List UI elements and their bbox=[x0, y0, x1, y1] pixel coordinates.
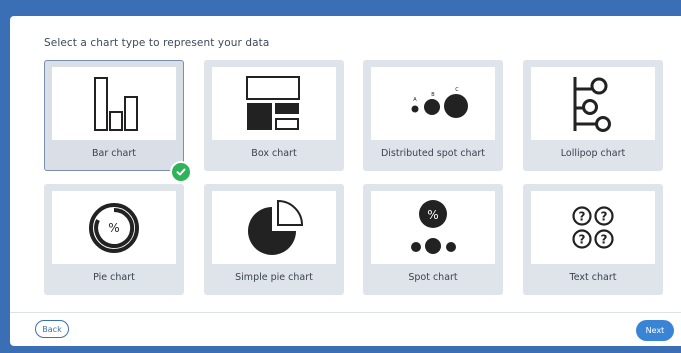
chart-thumbnail bbox=[212, 67, 336, 140]
chart-option-lollipop[interactable]: Lollipop chart bbox=[523, 60, 663, 171]
pie-chart-icon: % bbox=[89, 203, 139, 253]
chart-option-label: Bar chart bbox=[92, 147, 136, 159]
distributed-spot-chart-icon: A B C bbox=[411, 87, 468, 118]
percent-symbol: % bbox=[427, 208, 438, 222]
chart-thumbnail bbox=[212, 191, 336, 264]
question-mark: ? bbox=[579, 233, 586, 247]
simple-pie-chart-icon bbox=[248, 199, 304, 255]
spot-label-c: C bbox=[455, 87, 459, 93]
text-chart-icon: ? ? ? ? bbox=[572, 206, 614, 249]
spot-label-a: A bbox=[413, 97, 417, 103]
chart-option-label: Pie chart bbox=[93, 272, 135, 283]
chart-option-simple-pie[interactable]: Simple pie chart bbox=[204, 184, 344, 295]
chart-option-label: Distributed spot chart bbox=[380, 148, 486, 159]
chart-thumbnail: % bbox=[52, 191, 176, 264]
dialog-heading: Select a chart type to represent your da… bbox=[44, 37, 270, 49]
spot-chart-icon: % bbox=[411, 200, 456, 254]
chart-thumbnail: ? ? ? ? bbox=[531, 191, 655, 264]
chart-option-pie[interactable]: % Pie chart bbox=[44, 184, 184, 295]
chart-option-distributed-spot[interactable]: A B C Distributed spot chart bbox=[363, 60, 503, 171]
chart-thumbnail bbox=[51, 66, 176, 140]
chart-thumbnail bbox=[531, 67, 655, 140]
chart-option-box[interactable]: Box chart bbox=[204, 60, 344, 171]
lollipop-chart-icon bbox=[573, 77, 611, 132]
chart-type-dialog: Select a chart type to represent your da… bbox=[10, 16, 681, 346]
chart-option-label: Lollipop chart bbox=[560, 148, 626, 159]
chart-option-label: Simple pie chart bbox=[235, 272, 313, 283]
chart-option-bar[interactable]: Bar chart bbox=[44, 60, 184, 171]
selected-check-icon bbox=[170, 161, 192, 183]
question-mark: ? bbox=[601, 210, 608, 224]
bar-chart-icon bbox=[93, 76, 138, 131]
next-button[interactable]: Next bbox=[636, 320, 674, 341]
back-button[interactable]: Back bbox=[35, 320, 69, 338]
chart-option-label: Text chart bbox=[569, 272, 617, 283]
question-mark: ? bbox=[579, 210, 586, 224]
chart-thumbnail: % bbox=[371, 191, 495, 264]
chart-option-text[interactable]: ? ? ? ? Text chart bbox=[523, 184, 663, 295]
chart-option-label: Box chart bbox=[251, 148, 297, 159]
percent-symbol: % bbox=[108, 221, 119, 235]
spot-label-b: B bbox=[431, 92, 435, 98]
chart-option-label: Spot chart bbox=[408, 272, 458, 283]
chart-option-spot[interactable]: % Spot chart bbox=[363, 184, 503, 295]
box-chart-icon bbox=[246, 76, 300, 130]
question-mark: ? bbox=[601, 233, 608, 247]
chart-thumbnail: A B C bbox=[371, 67, 495, 140]
footer-divider bbox=[10, 312, 681, 313]
